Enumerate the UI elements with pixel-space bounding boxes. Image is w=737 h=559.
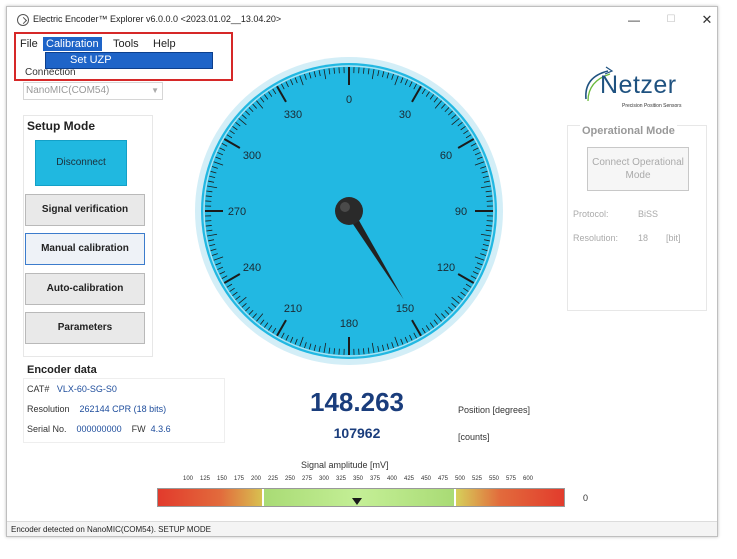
signal-current-value: 0 [583, 493, 589, 503]
gauge-label: 0 [346, 94, 352, 106]
signal-pointer-icon [352, 498, 362, 505]
signal-amplitude-title: Signal amplitude [mV] [301, 460, 389, 470]
signal-scale-tick: 350 [352, 476, 364, 482]
signal-low-zone [158, 489, 262, 506]
signal-scale-tick: 125 [199, 476, 211, 482]
close-button[interactable]: ✕ [695, 12, 717, 28]
encoder-cat-row: CAT# VLX-60-SG-S0 [27, 384, 117, 394]
op-resolution-unit: [bit] [666, 233, 681, 243]
position-unit-label: Position [degrees] [458, 405, 531, 415]
signal-scale-tick: 275 [301, 476, 313, 482]
signal-high-zone [456, 489, 564, 506]
minimize-button[interactable]: — [622, 12, 646, 28]
app-window: Electric Encoder™ Explorer v6.0.0.0 <202… [6, 6, 718, 537]
signal-scale-tick: 325 [335, 476, 347, 482]
fw-label: FW [131, 424, 146, 434]
signal-scale-tick: 475 [437, 476, 449, 482]
connection-select-value: NanoMIC(COM54) [26, 85, 110, 96]
gauge-hub-shine [340, 202, 350, 212]
signal-scale-tick: 550 [488, 476, 500, 482]
op-resolution-label: Resolution: [573, 233, 619, 243]
chevron-down-icon: ▼ [151, 86, 159, 95]
resolution-label: Resolution [27, 404, 70, 414]
fw-value: 4.3.6 [150, 424, 171, 434]
title-bar: Electric Encoder™ Explorer v6.0.0.0 <202… [7, 7, 717, 33]
signal-scale-tick: 525 [471, 476, 483, 482]
gauge-label: 60 [440, 150, 452, 162]
gauge-label: 210 [284, 303, 302, 315]
gauge-label: 300 [243, 150, 261, 162]
serial-value: 000000000 [76, 424, 122, 434]
status-bar: Encoder detected on NanoMIC(COM54). SETU… [7, 521, 717, 536]
signal-scale-tick: 300 [318, 476, 330, 482]
signal-scale-tick: 225 [267, 476, 279, 482]
protocol-label: Protocol: [573, 209, 609, 219]
cat-label: CAT# [27, 384, 50, 394]
annotation-highlight-box [14, 32, 233, 81]
gauge-label: 240 [243, 262, 261, 274]
protocol-value: BiSS [638, 209, 659, 219]
auto-calibration-button[interactable]: Auto-calibration [25, 273, 145, 305]
signal-scale-tick: 150 [216, 476, 228, 482]
signal-scale-tick: 600 [522, 476, 534, 482]
signal-scale-tick: 175 [233, 476, 245, 482]
signal-verification-button[interactable]: Signal verification [25, 194, 145, 226]
maximize-button[interactable]: ☐ [659, 12, 683, 28]
window-title: Electric Encoder™ Explorer v6.0.0.0 <202… [33, 14, 282, 24]
gauge-label: 90 [455, 206, 467, 218]
signal-scale-tick: 575 [505, 476, 517, 482]
netzer-logo: Netzer Precision Position Sensors [578, 63, 708, 113]
serial-label: Serial No. [27, 424, 67, 434]
gauge-hub [335, 197, 363, 225]
counts-readout: 107962 [333, 425, 381, 441]
gauge-label: 270 [228, 206, 246, 218]
signal-scale-tick: 100 [182, 476, 194, 482]
signal-scale-tick: 250 [284, 476, 296, 482]
manual-calibration-button[interactable]: Manual calibration [25, 233, 145, 265]
encoder-resolution-row: Resolution 262144 CPR (18 bits) [27, 404, 166, 414]
signal-scale-tick: 425 [403, 476, 415, 482]
operational-mode-title: Operational Mode [580, 125, 677, 137]
cat-value: VLX-60-SG-S0 [56, 384, 117, 394]
gauge-label: 330 [284, 109, 302, 121]
signal-scale-tick: 375 [369, 476, 381, 482]
encoder-serial-row: Serial No. 000000000 FW 4.3.6 [27, 424, 171, 434]
connect-operational-mode-button[interactable]: Connect Operational Mode [587, 147, 689, 191]
gauge-label: 120 [437, 262, 455, 274]
gauge-label: 150 [396, 303, 414, 315]
position-readout: 148.263 [310, 387, 404, 417]
signal-scale-tick: 200 [250, 476, 262, 482]
logo-name: Netzer [600, 71, 677, 99]
gauge-label: 180 [340, 318, 358, 330]
signal-scale-ticks: 100 125 150 175 200 225 250 275 300 325 350 375 400 4… [183, 476, 533, 486]
encoder-data-title: Encoder data [27, 364, 97, 376]
signal-scale-tick: 450 [420, 476, 432, 482]
gauge-dial: 0 30 60 90 120 150 180 210 240 270 300 330 [195, 57, 503, 365]
op-resolution-value: 18 [638, 233, 649, 243]
parameters-button[interactable]: Parameters [25, 312, 145, 344]
app-icon [17, 14, 29, 26]
resolution-value: 262144 CPR (18 bits) [79, 404, 167, 414]
signal-scale-tick: 400 [386, 476, 398, 482]
setup-mode-title: Setup Mode [27, 119, 95, 133]
connection-select[interactable]: NanoMIC(COM54) ▼ [23, 82, 163, 100]
counts-unit-label: [counts] [458, 432, 490, 442]
signal-scale-tick: 500 [454, 476, 466, 482]
gauge-label: 30 [399, 109, 411, 121]
position-gauge: 0 30 60 90 120 150 180 210 240 270 300 330 [193, 55, 505, 367]
disconnect-button[interactable]: Disconnect [35, 140, 127, 186]
logo-tagline: Precision Position Sensors [622, 103, 682, 109]
